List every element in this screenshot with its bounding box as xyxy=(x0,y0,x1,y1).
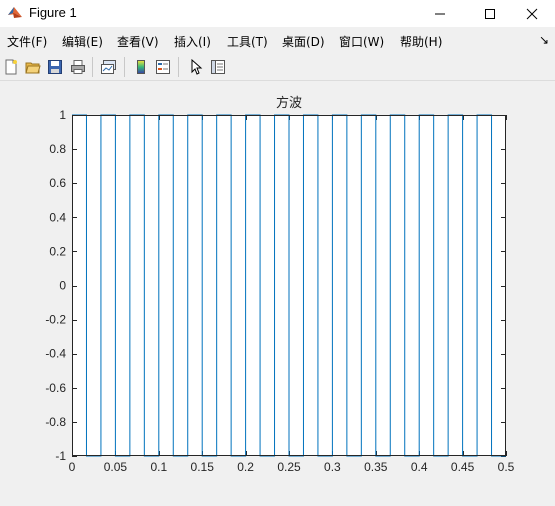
print-icon xyxy=(71,60,85,74)
y-tick-label: 0.8 xyxy=(49,142,66,156)
x-tick-label: 0.4 xyxy=(411,460,428,474)
insert-colorbar-button[interactable] xyxy=(131,57,151,77)
x-tick-label: 0.5 xyxy=(498,460,515,474)
property-inspector-icon xyxy=(211,60,225,74)
x-tick-label: 0 xyxy=(69,460,76,474)
edit-plot-icon xyxy=(191,59,203,75)
toolbar-separator xyxy=(92,57,93,77)
edit-plot-button[interactable] xyxy=(186,57,206,77)
open-file-button[interactable] xyxy=(23,57,43,77)
menu-insert[interactable]: 插入(I) xyxy=(174,33,211,50)
toolbar-separator xyxy=(178,57,179,77)
y-tick-label: -0.4 xyxy=(45,347,66,361)
menu-overflow-icon[interactable]: ↘ xyxy=(539,33,549,47)
y-tick-label: -0.6 xyxy=(45,381,66,395)
menu-edit[interactable]: 编辑(E) xyxy=(62,33,103,50)
plot-area[interactable]: 0 0.05 0.1 0.15 0.2 0.25 0.3 0.35 0.4 0.45 0.5 1 0.8… xyxy=(0,81,555,502)
print-button[interactable] xyxy=(68,57,88,77)
close-icon xyxy=(526,8,538,19)
x-tick-label: 0.15 xyxy=(191,460,215,474)
window-titlebar: Figure 1 xyxy=(0,0,555,27)
new-figure-icon xyxy=(5,59,17,75)
x-tick-label: 0.25 xyxy=(277,460,301,474)
figure-toolbar xyxy=(0,53,555,81)
save-icon xyxy=(48,60,62,74)
menu-bar: 文件(F) 编辑(E) 查看(V) 插入(I) 工具(T) 桌面(D) 窗口(W… xyxy=(0,28,555,52)
x-tick-label: 0.35 xyxy=(364,460,388,474)
x-tick-label: 0.1 xyxy=(150,460,167,474)
x-tick-label: 0.2 xyxy=(237,460,254,474)
link-plot-icon xyxy=(101,60,116,74)
menu-tools[interactable]: 工具(T) xyxy=(227,33,268,50)
menu-file[interactable]: 文件(F) xyxy=(7,33,47,50)
y-tick-label: -0.8 xyxy=(45,415,66,429)
save-button[interactable] xyxy=(45,57,65,77)
insert-legend-button[interactable] xyxy=(153,57,173,77)
window-title: Figure 1 xyxy=(29,5,77,20)
minimize-icon xyxy=(435,13,445,14)
x-tick-label: 0.45 xyxy=(451,460,475,474)
insert-legend-icon xyxy=(156,60,170,74)
menu-help[interactable]: 帮助(H) xyxy=(400,33,442,50)
new-figure-button[interactable] xyxy=(1,57,21,77)
insert-colorbar-icon xyxy=(137,60,145,74)
link-plot-button[interactable] xyxy=(99,57,119,77)
toolbar-separator xyxy=(124,57,125,77)
maximize-icon xyxy=(485,8,495,19)
maximize-button[interactable] xyxy=(467,0,513,27)
matlab-icon xyxy=(8,7,22,18)
menu-desktop[interactable]: 桌面(D) xyxy=(282,33,325,50)
property-inspector-button[interactable] xyxy=(208,57,228,77)
minimize-button[interactable] xyxy=(417,0,463,27)
y-tick-label: -1 xyxy=(55,449,66,463)
y-tick-label: 0 xyxy=(59,279,66,293)
figure-canvas[interactable]: 0 0.05 0.1 0.15 0.2 0.25 0.3 0.35 0.4 0.45 0.5 1 0.8… xyxy=(0,81,555,502)
y-tick-label: 0.4 xyxy=(49,210,66,224)
y-tick-label: 0.6 xyxy=(49,176,66,190)
open-file-icon xyxy=(25,62,41,74)
menu-view[interactable]: 查看(V) xyxy=(117,33,159,50)
x-tick-label: 0.3 xyxy=(324,460,341,474)
y-tick-label: 0.2 xyxy=(49,244,66,258)
menu-window[interactable]: 窗口(W) xyxy=(339,33,384,50)
close-button[interactable] xyxy=(509,0,555,27)
x-tick-label: 0.05 xyxy=(104,460,128,474)
y-tick-label: -0.2 xyxy=(45,313,66,327)
chart-title: 方波 xyxy=(276,95,302,110)
y-tick-label: 1 xyxy=(59,108,66,122)
